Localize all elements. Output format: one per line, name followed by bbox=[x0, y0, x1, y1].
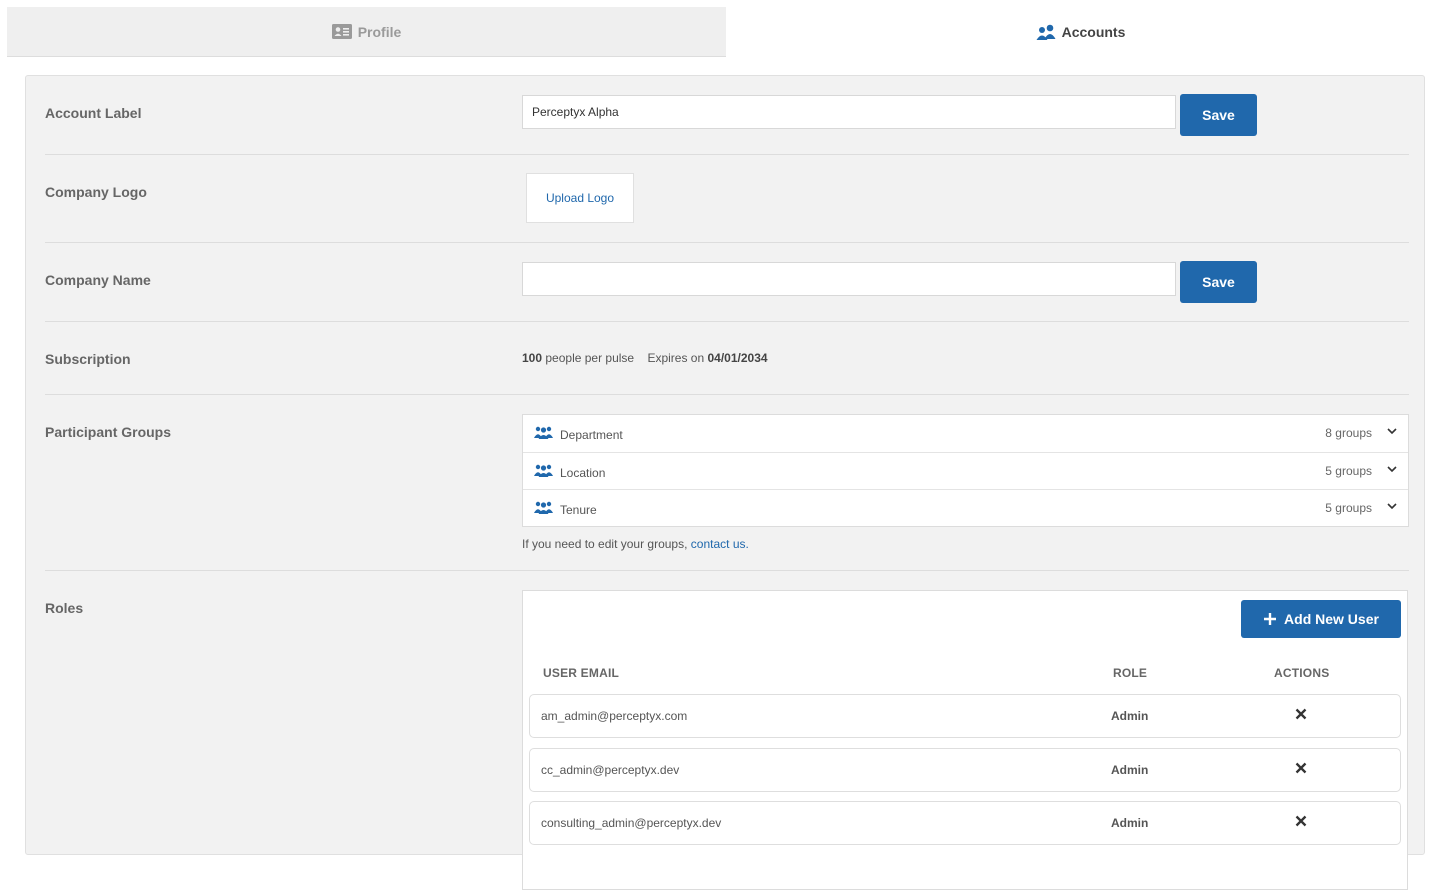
group-count: 8 groups bbox=[1325, 426, 1372, 440]
user-email: cc_admin@perceptyx.dev bbox=[541, 763, 680, 777]
chevron-down-icon bbox=[1387, 428, 1397, 435]
user-role: Admin bbox=[1111, 763, 1149, 777]
group-item-tenure[interactable]: Tenure 5 groups bbox=[523, 489, 1408, 526]
group-item-location[interactable]: Location 5 groups bbox=[523, 452, 1408, 489]
roles-heading: Roles bbox=[45, 600, 84, 616]
tab-bar: Profile Accounts bbox=[7, 7, 1435, 57]
user-role: Admin bbox=[1111, 816, 1149, 830]
chevron-down-icon bbox=[1387, 466, 1397, 473]
table-row: am_admin@perceptyx.com Admin bbox=[529, 694, 1401, 738]
divider bbox=[45, 154, 1409, 155]
users-group-icon bbox=[534, 426, 553, 439]
company-logo-heading: Company Logo bbox=[45, 184, 147, 200]
column-header-role: ROLE bbox=[1113, 666, 1148, 680]
subscription-expires-text: Expires on bbox=[647, 351, 705, 365]
divider bbox=[45, 394, 1409, 395]
account-settings-panel: Account Label Save Company Logo Upload L… bbox=[25, 75, 1425, 890]
divider bbox=[45, 242, 1409, 243]
tab-accounts[interactable]: Accounts bbox=[726, 7, 1435, 57]
groups-note-text: If you need to edit your groups, bbox=[522, 537, 688, 551]
subscription-people-count: 100 bbox=[522, 351, 543, 365]
participant-groups-heading: Participant Groups bbox=[45, 424, 172, 440]
divider bbox=[45, 321, 1409, 322]
company-name-save-button[interactable]: Save bbox=[1180, 261, 1257, 303]
group-count: 5 groups bbox=[1325, 501, 1372, 515]
contact-us-link[interactable]: contact us. bbox=[691, 537, 749, 551]
divider bbox=[45, 570, 1409, 571]
group-item-department[interactable]: Department 8 groups bbox=[523, 415, 1408, 452]
group-name: Tenure bbox=[560, 503, 597, 517]
group-name: Department bbox=[560, 428, 623, 442]
users-icon bbox=[1036, 24, 1056, 40]
user-role: Admin bbox=[1111, 709, 1149, 723]
subscription-info: 100 people per pulse Expires on 04/01/20… bbox=[522, 351, 768, 365]
tab-profile-label: Profile bbox=[357, 23, 402, 40]
users-group-icon bbox=[534, 501, 553, 514]
group-name: Location bbox=[560, 466, 606, 480]
subscription-heading: Subscription bbox=[45, 351, 131, 367]
company-name-input[interactable] bbox=[522, 262, 1176, 296]
add-new-user-label: Add New User bbox=[1284, 611, 1379, 627]
table-row: consulting_admin@perceptyx.dev Admin bbox=[529, 801, 1401, 845]
upload-logo-button[interactable]: Upload Logo bbox=[526, 173, 634, 223]
remove-user-icon[interactable] bbox=[1295, 762, 1307, 774]
account-label-heading: Account Label bbox=[45, 105, 142, 121]
remove-user-icon[interactable] bbox=[1295, 815, 1307, 827]
account-label-save-button[interactable]: Save bbox=[1180, 94, 1257, 136]
company-name-heading: Company Name bbox=[45, 272, 151, 288]
table-row: cc_admin@perceptyx.dev Admin bbox=[529, 748, 1401, 792]
subscription-expires-date: 04/01/2034 bbox=[707, 351, 768, 365]
column-header-actions: ACTIONS bbox=[1274, 666, 1330, 680]
user-email: am_admin@perceptyx.com bbox=[541, 709, 688, 723]
add-new-user-button[interactable]: Add New User bbox=[1241, 600, 1401, 638]
plus-icon bbox=[1264, 613, 1277, 625]
group-count: 5 groups bbox=[1325, 464, 1372, 478]
subscription-people-text: people per pulse bbox=[545, 351, 635, 365]
account-label-input[interactable] bbox=[522, 95, 1176, 129]
remove-user-icon[interactable] bbox=[1295, 708, 1307, 720]
chevron-down-icon bbox=[1387, 503, 1397, 510]
user-email: consulting_admin@perceptyx.dev bbox=[541, 816, 722, 830]
users-group-icon bbox=[534, 464, 553, 477]
roles-table: Add New User USER EMAIL ROLE ACTIONS am_… bbox=[522, 590, 1408, 890]
tab-accounts-label: Accounts bbox=[1061, 24, 1126, 40]
groups-note: If you need to edit your groups, contact… bbox=[522, 537, 749, 551]
id-card-icon bbox=[331, 24, 352, 39]
participant-groups-list: Department 8 groups Location 5 groups Te… bbox=[522, 414, 1409, 527]
column-header-user-email: USER EMAIL bbox=[543, 666, 620, 680]
tab-profile[interactable]: Profile bbox=[7, 7, 726, 57]
